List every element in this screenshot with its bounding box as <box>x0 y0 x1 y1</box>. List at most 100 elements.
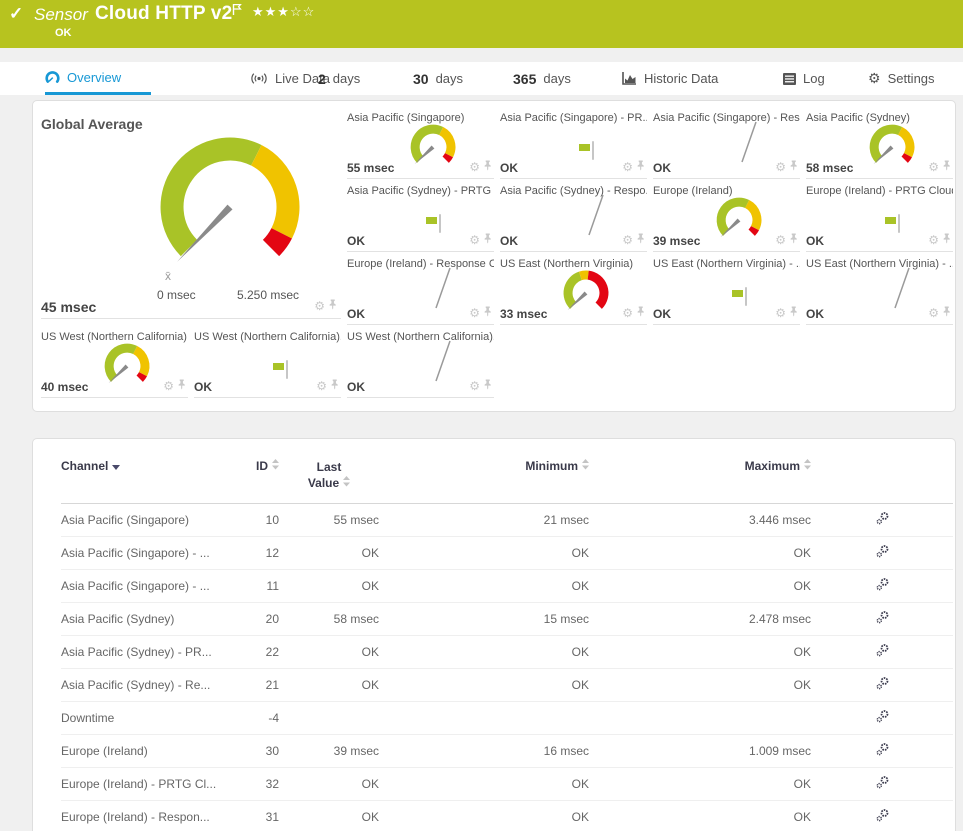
log-icon <box>783 72 796 85</box>
channel-tile-us-west-northern-california[interactable]: US West (Northern California)... OK ⚙ <box>194 330 341 398</box>
pin-icon[interactable] <box>483 377 492 395</box>
pin-icon[interactable] <box>636 231 645 249</box>
tab-overview[interactable]: Overview <box>45 62 152 95</box>
pin-icon[interactable] <box>789 304 798 322</box>
gear-icon[interactable]: ⚙ <box>622 304 633 322</box>
gears-icon[interactable] <box>875 610 890 625</box>
channel-tile-us-east-northern-virginia[interactable]: US East (Northern Virginia) - ... OK ⚙ <box>653 257 800 325</box>
status-switch <box>579 141 594 160</box>
gear-icon[interactable]: ⚙ <box>775 304 786 322</box>
channel-tile-asia-pacific-singapore-pr[interactable]: Asia Pacific (Singapore) - PR... OK ⚙ <box>500 111 647 179</box>
cell-min: 15 msec <box>543 612 589 626</box>
cell-last <box>279 702 379 735</box>
gear-icon[interactable]: ⚙ <box>775 231 786 249</box>
gears-icon[interactable] <box>875 775 890 790</box>
tab-historic-data[interactable]: Historic Data <box>622 62 718 95</box>
cell-actions <box>811 603 953 636</box>
tab-settings[interactable]: ⚙ Settings <box>868 62 935 95</box>
cell-id: 10 <box>265 513 279 527</box>
channel-name[interactable]: Asia Pacific (Singapore) - ... <box>61 537 221 570</box>
channel-name[interactable]: Asia Pacific (Singapore) - ... <box>61 570 221 603</box>
pin-icon[interactable] <box>942 231 951 249</box>
tab-365-days[interactable]: 365 days <box>513 62 571 95</box>
pin-icon[interactable] <box>328 297 337 315</box>
channel-tile-asia-pacific-singapore-res[interactable]: Asia Pacific (Singapore) - Res... OK ⚙ <box>653 111 800 179</box>
channel-tile-asia-pacific-singapore[interactable]: Asia Pacific (Singapore) 55 msec ⚙ <box>347 111 494 179</box>
channel-tile-asia-pacific-sydney-respo[interactable]: Asia Pacific (Sydney) - Respo... OK ⚙ <box>500 184 647 252</box>
gears-icon[interactable] <box>875 808 890 823</box>
pin-icon[interactable] <box>483 231 492 249</box>
gear-icon[interactable]: ⚙ <box>622 158 633 176</box>
pin-icon[interactable] <box>636 158 645 176</box>
gears-icon[interactable] <box>875 511 890 526</box>
gear-icon[interactable]: ⚙ <box>469 231 480 249</box>
channel-name[interactable]: Asia Pacific (Sydney) - Re... <box>61 669 221 702</box>
tab-log[interactable]: Log <box>783 62 825 95</box>
tile-value: 58 msec <box>806 161 854 175</box>
gears-icon[interactable] <box>875 709 890 724</box>
global-average-tile[interactable]: Global Average x̄ 0 msec 5.250 msec 45 m… <box>41 111 341 319</box>
gear-icon[interactable]: ⚙ <box>928 158 939 176</box>
tab-2-days[interactable]: 2 days <box>318 62 360 95</box>
pin-icon[interactable] <box>942 304 951 322</box>
gear-icon[interactable]: ⚙ <box>469 158 480 176</box>
tile-value: 33 msec <box>500 307 548 321</box>
column-header-maximum[interactable]: Maximum <box>589 455 811 504</box>
gear-icon[interactable]: ⚙ <box>928 231 939 249</box>
needle-indicator <box>735 119 761 170</box>
tab-30-days[interactable]: 30 days <box>413 62 463 95</box>
gear-icon[interactable]: ⚙ <box>469 304 480 322</box>
channel-name[interactable]: Europe (Ireland) - Respon... <box>61 801 221 831</box>
pin-icon[interactable] <box>789 158 798 176</box>
tile-title: Asia Pacific (Singapore) - Res... <box>653 112 800 124</box>
gear-icon[interactable]: ⚙ <box>775 158 786 176</box>
gears-icon[interactable] <box>875 742 890 757</box>
tile-value: OK <box>347 307 365 321</box>
gears-icon[interactable] <box>875 544 890 559</box>
channel-tile-asia-pacific-sydney-prtg[interactable]: Asia Pacific (Sydney) - PRTG ... OK ⚙ <box>347 184 494 252</box>
pin-icon[interactable] <box>177 377 186 395</box>
channel-tile-us-east-northern-virginia[interactable]: US East (Northern Virginia) 33 msec ⚙ <box>500 257 647 325</box>
channel-tile-europe-ireland-prtg-cloud[interactable]: Europe (Ireland) - PRTG Cloud... OK ⚙ <box>806 184 953 252</box>
channel-name[interactable]: Europe (Ireland) - PRTG Cl... <box>61 768 221 801</box>
tile-actions: ⚙ <box>622 158 645 176</box>
channel-name[interactable]: Asia Pacific (Sydney) - PR... <box>61 636 221 669</box>
gears-icon[interactable] <box>875 577 890 592</box>
gear-icon[interactable]: ⚙ <box>928 304 939 322</box>
gear-icon[interactable]: ⚙ <box>469 377 480 395</box>
priority-stars[interactable]: ★★★☆☆ <box>252 4 315 20</box>
gear-icon[interactable]: ⚙ <box>163 377 174 395</box>
gears-icon[interactable] <box>875 643 890 658</box>
channel-tile-us-west-northern-california[interactable]: US West (Northern California)... OK ⚙ <box>347 330 494 398</box>
gear-icon[interactable]: ⚙ <box>316 377 327 395</box>
channel-tile-asia-pacific-sydney[interactable]: Asia Pacific (Sydney) 58 msec ⚙ <box>806 111 953 179</box>
tab-number: 30 <box>413 70 429 87</box>
column-header-channel[interactable]: Channel <box>61 455 221 504</box>
pin-icon[interactable] <box>483 304 492 322</box>
channel-name[interactable]: Asia Pacific (Sydney) <box>61 603 221 636</box>
pin-icon[interactable] <box>789 231 798 249</box>
pin-icon[interactable] <box>483 158 492 176</box>
channel-name[interactable]: Downtime <box>61 702 221 735</box>
cell-min: OK <box>571 579 589 593</box>
gears-icon[interactable] <box>875 676 890 691</box>
gear-icon[interactable]: ⚙ <box>622 231 633 249</box>
pin-icon[interactable] <box>330 377 339 395</box>
cell-id: 31 <box>265 810 279 824</box>
gear-icon[interactable]: ⚙ <box>314 297 325 315</box>
pin-icon[interactable] <box>636 304 645 322</box>
channel-tile-us-east-northern-virginia[interactable]: US East (Northern Virginia) - ... OK ⚙ <box>806 257 953 325</box>
priority-flag-icon[interactable] <box>232 3 242 21</box>
mean-symbol: x̄ <box>165 269 171 283</box>
channel-tile-europe-ireland[interactable]: Europe (Ireland) 39 msec ⚙ <box>653 184 800 252</box>
needle-indicator <box>429 338 455 389</box>
channel-tile-europe-ireland-response-c[interactable]: Europe (Ireland) - Response C... OK ⚙ <box>347 257 494 325</box>
channel-tile-us-west-northern-california[interactable]: US West (Northern California) 40 msec ⚙ <box>41 330 188 398</box>
column-header-minimum[interactable]: Minimum <box>379 455 589 504</box>
column-header-last-value[interactable]: Last Value <box>279 455 379 504</box>
channel-name[interactable]: Asia Pacific (Singapore) <box>61 504 221 537</box>
pin-icon[interactable] <box>942 158 951 176</box>
tile-value: OK <box>347 380 365 394</box>
channel-name[interactable]: Europe (Ireland) <box>61 735 221 768</box>
column-header-id[interactable]: ID <box>221 455 279 504</box>
